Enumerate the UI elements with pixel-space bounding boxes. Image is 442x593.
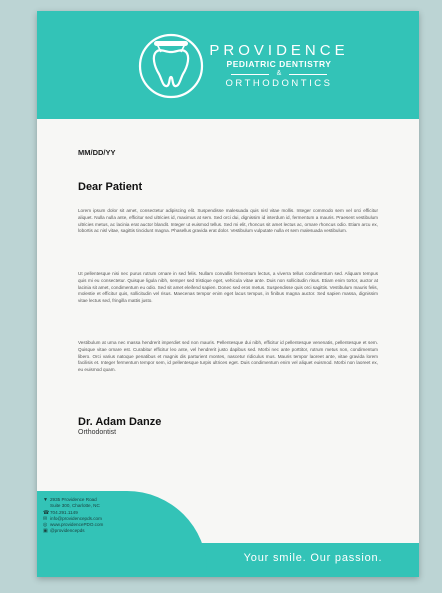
letterhead-sheet: PROVIDENCE PEDIATRIC DENTISTRY & ORTHODO… bbox=[37, 11, 419, 577]
letter-paragraph: Lorem ipsum dolor sit amet, consectetur … bbox=[78, 208, 378, 234]
letterhead-header: PROVIDENCE PEDIATRIC DENTISTRY & ORTHODO… bbox=[37, 11, 419, 119]
brand-line-1: PROVIDENCE bbox=[209, 42, 349, 59]
slogan: Your smile. Our passion. bbox=[243, 552, 383, 564]
brand-line-3: ORTHODONTICS bbox=[225, 78, 333, 89]
tooth-icon bbox=[138, 33, 204, 99]
brand-ampersand: & bbox=[209, 70, 349, 78]
letter-date: MM/DD/YY bbox=[78, 148, 116, 157]
social-icon: ▣ bbox=[43, 528, 48, 535]
letter-paragraph: Vestibulum at urna nec massa hendrerit i… bbox=[78, 340, 378, 373]
letter-paragraph: Ut pellentesque nisi nec purus rutrum or… bbox=[78, 271, 378, 304]
contact-list: ▼ 2935 Providence Road Suite 300, Charlot… bbox=[43, 497, 103, 535]
contact-social: ▣ @providencepds bbox=[43, 528, 85, 535]
signature-title: Orthodontist bbox=[78, 429, 117, 436]
letter-salutation: Dear Patient bbox=[78, 181, 143, 193]
signature-name: Dr. Adam Danze bbox=[78, 416, 162, 428]
brand-line-2: PEDIATRIC DENTISTRY bbox=[226, 59, 332, 69]
brand-wordmark: PROVIDENCE PEDIATRIC DENTISTRY & ORTHODO… bbox=[209, 42, 349, 90]
